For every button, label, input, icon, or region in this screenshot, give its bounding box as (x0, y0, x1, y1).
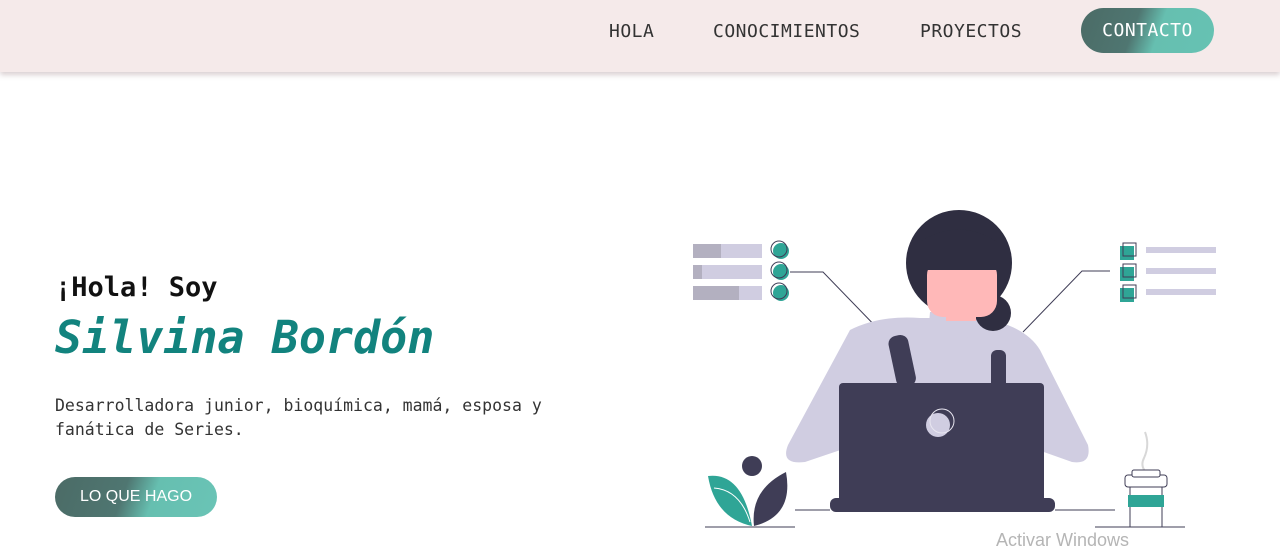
nav-link-conocimientos[interactable]: CONOCIMIENTOS (713, 20, 860, 44)
laptop (830, 383, 1055, 512)
contact-button[interactable]: CONTACTO (1081, 8, 1214, 53)
nav-link-proyectos[interactable]: PROYECTOS (920, 20, 1022, 44)
hero-name: Silvina Bordón (55, 311, 435, 364)
progress-list-icon (693, 240, 884, 335)
hero-bio: Desarrolladora junior, bioquímica, mamá,… (55, 396, 542, 439)
activate-windows-watermark: Activar Windows (996, 530, 1130, 550)
nav-link-hola[interactable]: HOLA (609, 20, 654, 44)
checklist-icon (1022, 242, 1216, 333)
lo-que-hago-button[interactable]: LO QUE HAGO (55, 477, 217, 517)
top-navbar: HOLA CONOCIMIENTOS PROYECTOS CONTACTO (0, 0, 1280, 72)
coffee-cup-icon (1124, 431, 1168, 528)
plant-icon (708, 456, 788, 526)
woman-at-laptop-illustration (693, 210, 1216, 528)
hero-greeting: ¡Hola! Soy (55, 272, 218, 303)
